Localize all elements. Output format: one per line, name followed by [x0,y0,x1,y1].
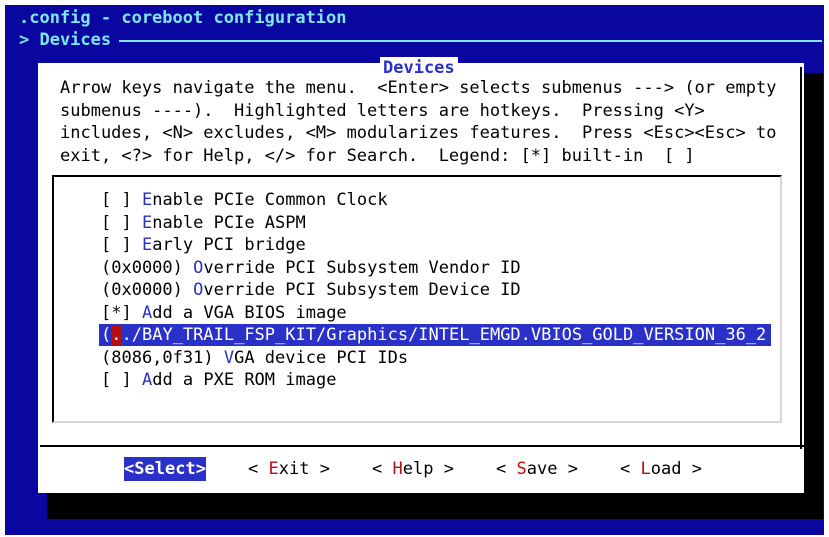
select-button[interactable]: <Select> [124,457,206,481]
menu-item-hotkey: E [141,190,153,210]
menu-item-prefix: ( [101,325,112,345]
button-bracket: < [248,459,269,479]
menu-item-label: nable PCIe Common Clock [152,190,388,210]
help-line: submenus ----). Highlighted letters are … [60,100,705,121]
menu-item-hotkey: . [111,325,122,345]
terminal-screen: .config - coreboot configuration > Devic… [5,5,824,535]
menu-item-prefix: [ ] [101,212,142,233]
menu-item-label: verride PCI Subsystem Vendor ID [203,257,521,278]
help-button[interactable]: < Help > [372,457,454,481]
menu-item-early-pci-bridge[interactable]: [ ] Early PCI bridge [101,234,306,256]
button-bracket: > [557,459,578,479]
menu-item-label: verride PCI Subsystem Device ID [203,280,521,300]
button-label: xit [278,459,310,479]
menu-item-prefix: (0x0000) [101,280,194,300]
menu-item-prefix: [ ] [101,190,142,210]
button-hotkey: S [516,459,527,479]
menu-item-hotkey: V [223,347,235,368]
menu-item-label: GA device PCI IDs [234,347,409,368]
button-bracket: > [309,459,330,479]
button-bar: <Select> < Exit > < Help > < Save > < Lo… [40,457,804,483]
menu-item-vga-bios-path[interactable]: (../BAY_TRAIL_FSP_KIT/Graphics/INTEL_EMG… [99,324,771,346]
button-label: ave [526,459,558,479]
button-bracket: < [372,459,393,479]
menu-item-label: dd a VGA BIOS image [152,302,347,323]
button-bracket: > [433,459,454,479]
dialog-title: Devices [380,57,458,79]
menu-item-label: ./BAY_TRAIL_FSP_KIT/Graphics/INTEL_EMGD.… [121,325,767,345]
breadcrumb-rule [119,40,822,42]
window-title: .config - coreboot configuration [19,8,347,28]
menu-item-hotkey: A [141,370,153,390]
help-line: Arrow keys navigate the menu. <Enter> se… [60,78,777,98]
breadcrumb-text: > Devices [19,30,112,50]
menu-item-hotkey: O [193,280,204,300]
menuconfig-dialog: Devices Arrow keys navigate the menu. <E… [38,57,804,493]
menu-item-prefix: (0x0000) [101,257,194,278]
button-label: elp [402,459,434,479]
help-line: includes, <N> excludes, <M> modularizes … [60,123,777,143]
menu-item-prefix: [ ] [101,235,142,255]
menu-item-hotkey: E [141,212,153,233]
menu-item-add-vga-bios-image[interactable]: [*] Add a VGA BIOS image [101,302,347,324]
menu-item-add-pxe-rom-image[interactable]: [ ] Add a PXE ROM image [101,369,336,391]
menu-item-enable-pcie-common-clock[interactable]: [ ] Enable PCIe Common Clock [101,189,388,211]
menu-list[interactable]: [ ] Enable PCIe Common Clock [ ] Enable … [52,175,782,423]
menu-item-enable-pcie-aspm[interactable]: [ ] Enable PCIe ASPM [101,212,306,234]
menu-item-hotkey: O [193,257,204,278]
save-button[interactable]: < Save > [496,457,578,481]
button-label: oad [650,459,682,479]
menu-item-hotkey: A [141,302,153,323]
help-text: Arrow keys navigate the menu. <Enter> se… [60,77,800,167]
exit-button[interactable]: < Exit > [248,457,330,481]
button-separator [40,445,804,447]
button-label: elect [144,459,196,479]
button-bracket: < [124,459,135,479]
button-hotkey: S [134,459,145,479]
button-hotkey: H [392,459,403,479]
help-line: exit, <?> for Help, </> for Search. Lege… [60,145,695,166]
menu-item-prefix: [ ] [101,370,142,390]
menu-item-label: arly PCI bridge [152,235,306,255]
menu-item-override-subsystem-device-id[interactable]: (0x0000) Override PCI Subsystem Device I… [101,279,521,301]
button-hotkey: L [640,459,651,479]
menu-item-prefix: (8086,0f31) [101,347,224,368]
button-bracket: > [681,459,702,479]
menu-item-label: nable PCIe ASPM [152,212,306,233]
button-bracket: > [195,459,206,479]
breadcrumb: > Devices [19,29,822,51]
button-bracket: < [620,459,641,479]
menu-item-hotkey: E [141,235,153,255]
load-button[interactable]: < Load > [620,457,702,481]
button-hotkey: E [268,459,279,479]
menu-item-override-subsystem-vendor-id[interactable]: (0x0000) Override PCI Subsystem Vendor I… [101,257,521,279]
button-bracket: < [496,459,517,479]
menu-item-prefix: [*] [101,302,142,323]
menu-item-label: dd a PXE ROM image [152,370,337,390]
menu-item-vga-device-pci-ids[interactable]: (8086,0f31) VGA device PCI IDs [101,347,408,369]
